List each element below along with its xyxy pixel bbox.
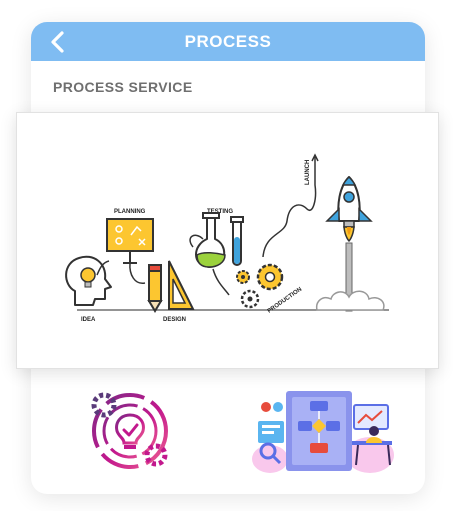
process-illustration-card: IDEA PLANNING DESIGN TESTING PRODUCTION … xyxy=(16,112,439,369)
label-planning: PLANNING xyxy=(114,209,146,215)
section-title: PROCESS SERVICE xyxy=(53,79,193,95)
pencil-ruler-icon xyxy=(147,260,195,313)
smoke-cloud-icon xyxy=(315,290,385,311)
flowchart-workspace-icon[interactable] xyxy=(250,385,396,477)
gears-icon: PRODUCTION xyxy=(236,263,303,315)
page-title: PROCESS xyxy=(184,32,272,51)
label-idea: IDEA xyxy=(81,317,96,323)
rocket-icon xyxy=(325,175,373,312)
label-launch: LAUNCH xyxy=(305,160,311,185)
label-design: DESIGN xyxy=(163,317,186,323)
process-illustration: IDEA PLANNING DESIGN TESTING PRODUCTION … xyxy=(65,153,389,323)
lightbulb-gears-icon[interactable] xyxy=(84,385,176,477)
flask-testtube-icon: TESTING xyxy=(189,209,244,296)
header-bar: PROCESS xyxy=(31,22,425,61)
